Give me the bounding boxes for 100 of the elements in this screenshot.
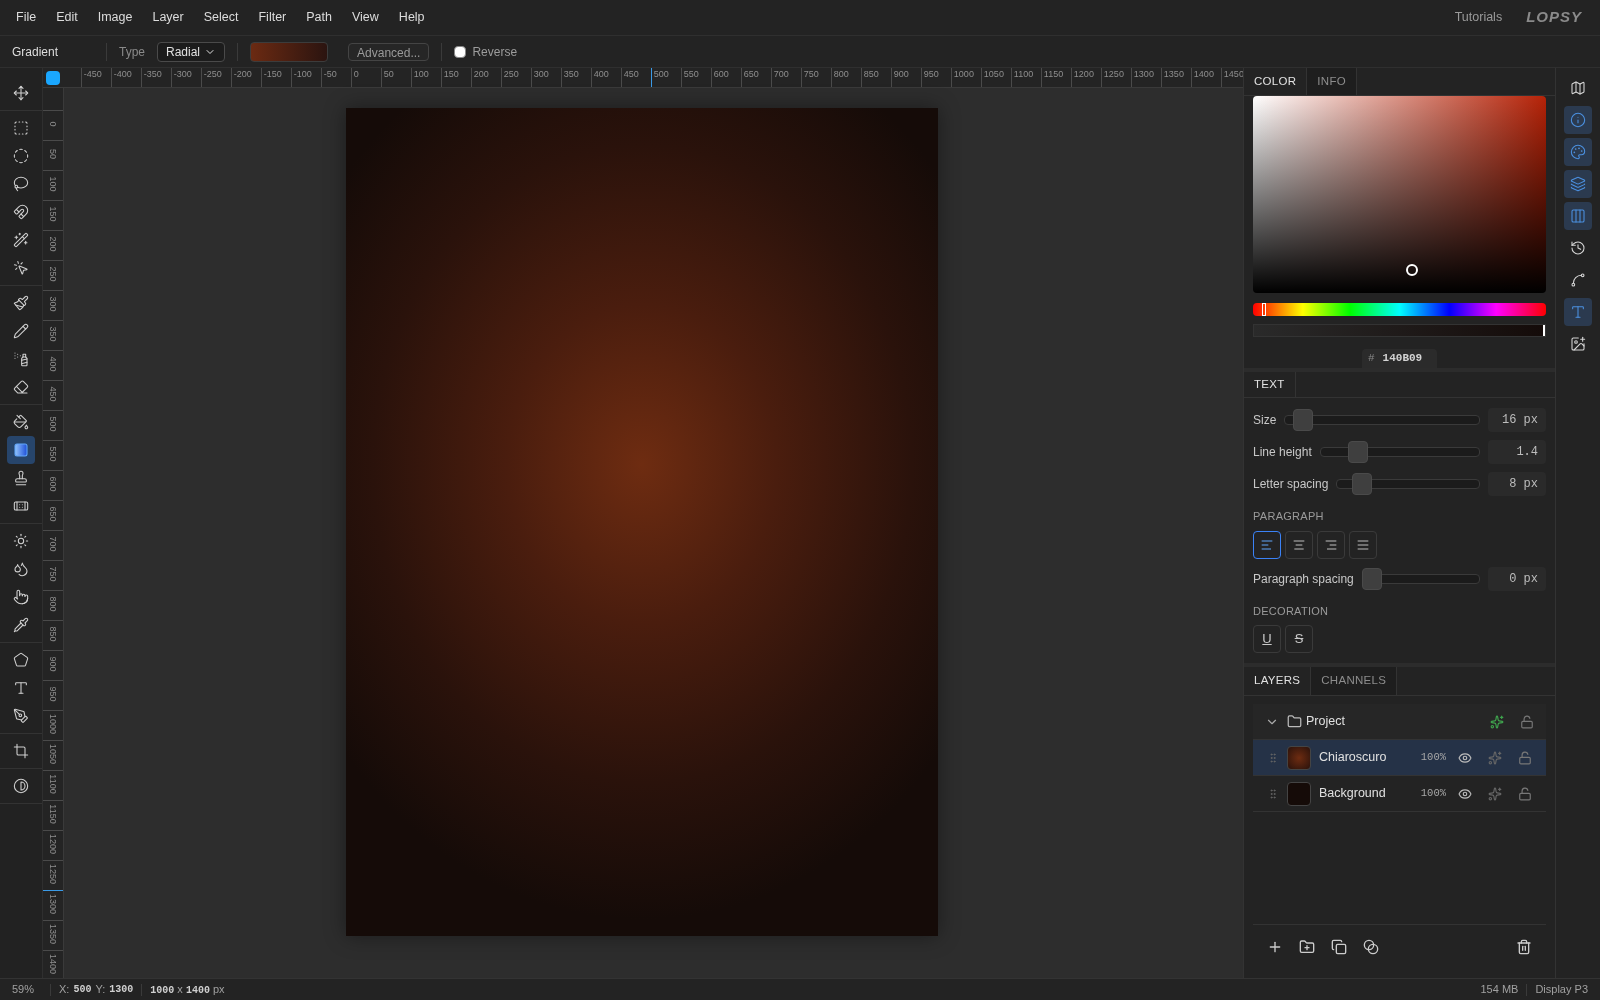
ruler-label: 750 (802, 68, 820, 80)
value-field[interactable]: 1.4 (1488, 440, 1546, 464)
slider-track[interactable] (1284, 409, 1480, 431)
menu-item[interactable]: Image (87, 8, 143, 27)
sparkles-icon[interactable] (1490, 714, 1504, 729)
ruler-label: 1350 (48, 924, 58, 944)
layer-row[interactable]: Chiaroscuro 100% (1253, 740, 1546, 776)
pointer-click-icon (13, 260, 29, 276)
ruler-label: 1300 (48, 894, 58, 914)
alpha-handle[interactable] (1543, 325, 1545, 336)
ruler-label: 200 (472, 68, 490, 80)
menu-item[interactable]: Select (193, 8, 249, 27)
layer-opacity: 100% (1420, 785, 1446, 801)
memory-usage: 154 MB (1480, 982, 1519, 998)
color-picker-handle[interactable] (1406, 264, 1418, 276)
duplicate-icon[interactable] (1331, 938, 1347, 955)
slider-track[interactable] (1361, 567, 1480, 590)
ruler-label: 1450 (1222, 68, 1243, 80)
hand-icon (13, 589, 29, 605)
ruler-label: 150 (442, 68, 460, 80)
advanced-button[interactable]: Advanced... (348, 42, 430, 61)
move-icon (13, 85, 29, 101)
crop-icon (13, 743, 29, 759)
slider-track[interactable] (1319, 441, 1480, 463)
ruler-label: 1300 (1132, 68, 1155, 80)
ruler-label: 0 (48, 121, 58, 127)
panel-tab[interactable]: INFO (1307, 68, 1357, 95)
slider-thumb[interactable] (1361, 567, 1382, 590)
corner-swatch[interactable] (46, 71, 61, 85)
menu-item[interactable]: Filter (248, 8, 297, 27)
pencil-icon (13, 323, 29, 339)
lock-icon[interactable] (1518, 786, 1532, 801)
spray-can-icon (13, 351, 29, 367)
map-icon (1570, 80, 1586, 96)
gradient-swatch[interactable] (250, 41, 329, 62)
align-button[interactable] (1285, 530, 1313, 559)
decoration-button[interactable]: U (1253, 625, 1281, 653)
menu-item[interactable]: View (342, 8, 389, 27)
mask-icon[interactable] (1363, 938, 1379, 955)
hue-slider[interactable] (1253, 303, 1546, 316)
align-button[interactable] (1253, 530, 1281, 559)
type-dropdown[interactable]: Radial (157, 41, 226, 62)
value-field[interactable]: 0 px (1488, 566, 1546, 591)
y-value: 1300 (109, 983, 134, 997)
ruler-label: 1250 (48, 864, 58, 884)
lock-icon[interactable] (1520, 714, 1534, 729)
menu-item[interactable]: Path (296, 8, 342, 27)
ruler-label: 200 (48, 236, 58, 252)
ruler-label: 500 (48, 416, 58, 432)
eye-icon[interactable] (1458, 750, 1472, 765)
lock-icon[interactable] (1518, 750, 1532, 765)
panel-tab[interactable]: CHANNELS (1311, 667, 1398, 695)
sparkles-icon[interactable] (1488, 786, 1502, 801)
info-icon (1570, 112, 1586, 128)
magic-wand-icon (13, 232, 29, 248)
value-field[interactable]: 16 px (1488, 408, 1546, 432)
layer-name: Chiaroscuro (1319, 749, 1388, 767)
decoration-button[interactable]: S (1285, 625, 1313, 653)
ruler-label: 750 (48, 566, 58, 582)
panel-toggle-button[interactable] (1564, 106, 1592, 134)
ruler-label: 600 (712, 68, 730, 80)
align-button[interactable] (1349, 530, 1377, 559)
color-field[interactable] (1253, 96, 1546, 293)
add-folder-icon[interactable] (1299, 938, 1315, 955)
panel-toggle-button[interactable] (1564, 170, 1592, 198)
drag-handle-icon[interactable] (1267, 787, 1279, 800)
panel-toggle-button[interactable] (1564, 202, 1592, 230)
delete-icon[interactable] (1516, 938, 1532, 955)
brush-icon (13, 295, 29, 311)
align-button[interactable] (1317, 530, 1345, 559)
menu-item[interactable]: Layer (142, 8, 194, 27)
tutorials-link[interactable]: Tutorials (1454, 8, 1503, 27)
layer-row[interactable]: Background 100% (1253, 776, 1546, 812)
slider-thumb[interactable] (1293, 409, 1314, 431)
ruler-label: -400 (112, 68, 133, 80)
panel-toggle-button[interactable] (1564, 298, 1592, 326)
alpha-slider[interactable] (1253, 324, 1546, 337)
ruler-label: -300 (172, 68, 193, 80)
drag-handle-icon[interactable] (1267, 751, 1279, 764)
panel-toggle-button[interactable] (1564, 138, 1592, 166)
tool-button[interactable] (7, 436, 35, 464)
hex-field[interactable]: # 140B09 (1362, 349, 1437, 368)
ruler-label: 850 (48, 626, 58, 642)
slider-track[interactable] (1336, 473, 1480, 495)
ruler-label: 700 (48, 536, 58, 552)
group-name[interactable]: Project (1306, 712, 1482, 731)
eye-icon[interactable] (1458, 786, 1472, 801)
value-field[interactable]: 8 px (1488, 472, 1546, 496)
x-label: X: (59, 982, 70, 998)
ruler-label: 250 (48, 266, 58, 282)
reverse-checkbox[interactable] (454, 45, 467, 58)
history-icon (1570, 240, 1586, 256)
menu-item[interactable]: Help (388, 8, 435, 27)
menu-item[interactable]: Edit (46, 8, 88, 27)
ruler-label: -350 (142, 68, 163, 80)
menu-item[interactable]: File (6, 8, 47, 27)
slider-thumb[interactable] (1347, 441, 1368, 463)
hue-handle[interactable] (1261, 303, 1266, 316)
lasso-icon (13, 176, 29, 192)
slider-thumb[interactable] (1352, 473, 1373, 495)
